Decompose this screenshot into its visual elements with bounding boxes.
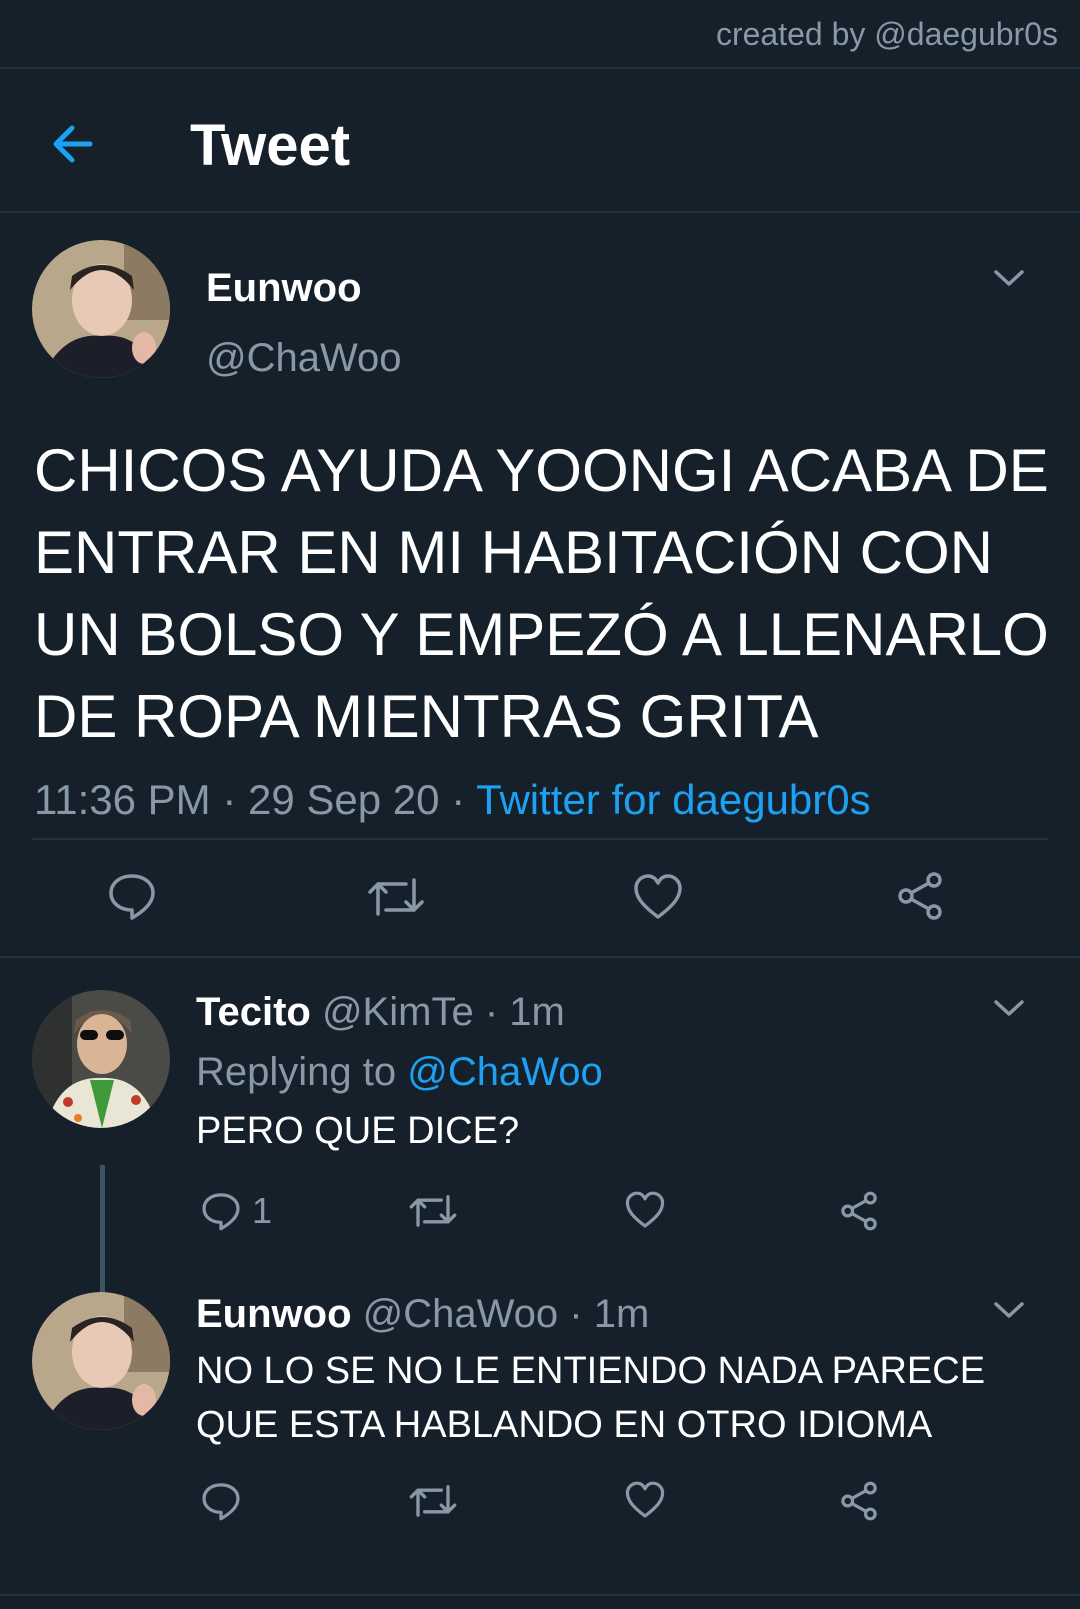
author-handle[interactable]: @ChaWoo <box>206 336 402 381</box>
reply-age: 1m <box>509 990 565 1034</box>
meta-divider <box>32 838 1048 840</box>
meta-separator: · <box>222 776 237 823</box>
heart-icon <box>625 1481 665 1518</box>
retweet-button[interactable] <box>408 1480 458 1522</box>
reply-count: 1 <box>252 1190 273 1231</box>
share-icon <box>841 1481 877 1521</box>
reply-text: PERO QUE DICE? <box>196 1110 520 1152</box>
bottom-divider <box>0 1594 1080 1596</box>
back-button[interactable] <box>48 118 100 170</box>
avatar-eunwoo[interactable] <box>32 240 170 378</box>
reply-text: NO LO SE NO LE ENTIENDO NADA PARECE QUE … <box>196 1350 986 1446</box>
retweet-icon <box>409 1485 457 1517</box>
share-button[interactable] <box>894 870 946 922</box>
header-divider <box>0 211 1080 213</box>
tweet-options-button[interactable] <box>992 268 1026 293</box>
retweet-icon <box>409 1195 457 1227</box>
share-icon <box>898 872 942 920</box>
comment-icon <box>202 1483 240 1521</box>
chevron-down-icon <box>994 270 1024 286</box>
top-divider <box>0 67 1080 69</box>
reply-author-name[interactable]: Tecito <box>196 990 311 1034</box>
comment-icon <box>202 1193 240 1231</box>
share-icon <box>841 1191 877 1231</box>
reply-options-button[interactable] <box>992 998 1026 1023</box>
retweet-button[interactable] <box>366 872 426 922</box>
main-tweet-divider <box>0 956 1080 958</box>
reply-header: Eunwoo @ChaWoo · 1m <box>196 1292 649 1337</box>
reply-button[interactable]: 1 <box>200 1190 272 1232</box>
like-button[interactable] <box>632 872 684 922</box>
reply-button[interactable] <box>106 870 158 922</box>
avatar-eunwoo[interactable] <box>32 1292 170 1430</box>
like-button[interactable] <box>624 1480 666 1520</box>
meta-separator: · <box>484 990 499 1034</box>
replying-to: Replying to @ChaWoo <box>196 1050 603 1095</box>
comment-icon <box>109 874 155 920</box>
tweet-text: CHICOS AYUDA YOONGI ACABA DE ENTRAR EN M… <box>34 437 1049 750</box>
replying-to-link[interactable]: @ChaWoo <box>407 1050 603 1094</box>
tweet-source-link[interactable]: Twitter for daegubr0s <box>476 776 871 823</box>
chevron-down-icon <box>994 1000 1024 1016</box>
heart-icon <box>625 1191 665 1228</box>
arrow-left-icon <box>53 125 93 163</box>
creator-credit: created by @daegubr0s <box>715 16 1058 52</box>
reply-options-button[interactable] <box>992 1300 1026 1325</box>
tweet-time: 11:36 PM <box>34 776 211 823</box>
reply-header: Tecito @KimTe · 1m <box>196 990 565 1035</box>
tweet-meta: 11:36 PM · 29 Sep 20 · Twitter for daegu… <box>34 776 871 824</box>
tweet-date: 29 Sep 20 <box>248 776 440 823</box>
page-title: Tweet <box>190 113 351 178</box>
reply-age: 1m <box>593 1292 650 1336</box>
heart-icon <box>634 874 682 919</box>
avatar-tecito[interactable] <box>32 990 170 1128</box>
retweet-button[interactable] <box>408 1190 458 1232</box>
reply-author-name[interactable]: Eunwoo <box>196 1292 352 1336</box>
meta-separator: · <box>569 1292 583 1336</box>
reply-author-handle[interactable]: @ChaWoo <box>363 1292 559 1336</box>
meta-separator: · <box>451 776 466 823</box>
share-button[interactable] <box>838 1190 880 1232</box>
replying-to-label: Replying to <box>196 1050 397 1094</box>
author-name[interactable]: Eunwoo <box>206 266 362 311</box>
like-button[interactable] <box>624 1190 666 1230</box>
chevron-down-icon <box>994 1302 1024 1318</box>
reply-button[interactable] <box>200 1480 242 1522</box>
reply-author-handle[interactable]: @KimTe <box>322 990 474 1034</box>
retweet-icon <box>368 878 424 916</box>
share-button[interactable] <box>838 1480 880 1522</box>
